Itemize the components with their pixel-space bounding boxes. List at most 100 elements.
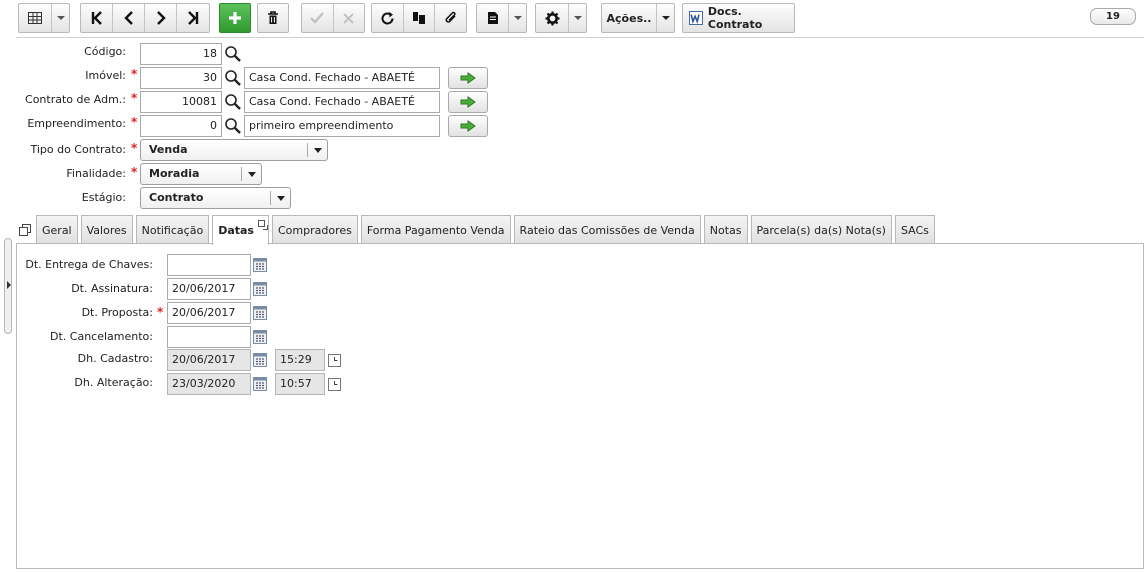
empreendimento-description-field[interactable]: primeiro empreendimento (244, 115, 440, 137)
search-icon[interactable] (224, 45, 242, 63)
tab-notificacao[interactable]: Notificação (135, 215, 210, 244)
entrega-chaves-field[interactable] (167, 254, 251, 276)
grid-icon (19, 4, 53, 32)
popout-icon[interactable] (257, 220, 268, 230)
codigo-field[interactable]: 18 (140, 43, 222, 65)
confirm-icon (310, 12, 325, 24)
search-icon[interactable] (224, 69, 242, 87)
tipo-contrato-value: Venda (149, 143, 188, 156)
imovel-code-field[interactable]: 30 (140, 67, 222, 89)
attach-button[interactable] (435, 4, 466, 32)
estagio-select[interactable]: Contrato (140, 187, 291, 209)
empreendimento-code-field[interactable]: 0 (140, 115, 222, 137)
estagio-label: Estágio: (81, 191, 126, 204)
last-record-button[interactable] (177, 4, 209, 32)
calendar-icon[interactable] (253, 330, 267, 344)
required-mark: * (131, 91, 138, 105)
tab-notas[interactable]: Notas (703, 215, 748, 244)
expand-arrow-icon[interactable] (7, 281, 11, 289)
chevron-down-icon[interactable] (569, 4, 586, 32)
arrow-right-icon (460, 96, 476, 108)
cadastro-label: Dh. Cadastro: (77, 352, 153, 365)
tab-label: Datas (218, 224, 254, 237)
required-mark: * (131, 165, 138, 179)
refresh-icon (381, 11, 394, 24)
add-button[interactable] (219, 3, 251, 33)
acoes-menu-button[interactable]: Ações.. (601, 3, 675, 33)
chevron-down-icon[interactable] (657, 4, 674, 32)
empreendimento-label: Empreendimento: (27, 117, 126, 130)
cancelamento-field[interactable] (167, 326, 251, 348)
calendar-icon[interactable] (253, 258, 267, 272)
first-record-button[interactable] (81, 4, 113, 32)
tab-datas[interactable]: Datas (212, 215, 269, 245)
contrato-adm-description-field[interactable]: Casa Cond. Fechado - ABAETÉ (244, 91, 440, 113)
tipo-contrato-label: Tipo do Contrato: (30, 143, 126, 156)
next-record-button[interactable] (145, 4, 177, 32)
calendar-icon[interactable] (253, 282, 267, 296)
entrega-chaves-label: Dt. Entrega de Chaves: (25, 258, 153, 271)
required-mark: * (131, 141, 138, 155)
proposta-field[interactable]: 20/06/2017 (167, 302, 251, 324)
tab-label: Parcela(s) da(s) Nota(s) (756, 224, 886, 237)
confirm-cancel-group (301, 3, 365, 33)
grid-menu-button[interactable] (18, 3, 70, 33)
finalidade-select[interactable]: Moradia (140, 163, 262, 185)
cadastro-date-field: 20/06/2017 (167, 349, 251, 371)
chevron-down-icon (270, 191, 290, 205)
contrato-adm-code-field[interactable]: 10081 (140, 91, 222, 113)
last-icon (188, 11, 199, 25)
tab-parcelas-notas[interactable]: Parcela(s) da(s) Nota(s) (750, 215, 892, 244)
attach-icon (445, 11, 456, 23)
copy-button[interactable] (404, 4, 436, 32)
toolbar-divider (16, 37, 1144, 38)
required-mark: * (131, 67, 138, 81)
tab-compradores[interactable]: Compradores (271, 215, 358, 244)
arrow-right-icon (460, 72, 476, 84)
required-mark: * (131, 115, 138, 129)
assinatura-field[interactable]: 20/06/2017 (167, 278, 251, 300)
report-menu-button[interactable] (476, 3, 527, 33)
search-icon[interactable] (224, 93, 242, 111)
report-icon (477, 4, 509, 32)
calendar-icon[interactable] (253, 306, 267, 320)
tab-geral[interactable]: Geral (36, 215, 78, 244)
contrato-adm-open-button[interactable] (448, 91, 488, 113)
chevron-down-icon[interactable] (509, 4, 526, 32)
tab-valores[interactable]: Valores (80, 215, 133, 244)
chevron-down-icon (241, 167, 261, 181)
maximize-icon[interactable] (19, 224, 31, 236)
finalidade-value: Moradia (149, 167, 200, 180)
tab-label: SACs (900, 224, 929, 237)
tab-forma-pagamento-venda[interactable]: Forma Pagamento Venda (360, 215, 511, 244)
proposta-label: Dt. Proposta: (81, 306, 153, 319)
settings-menu-button[interactable] (535, 3, 587, 33)
imovel-description-field[interactable]: Casa Cond. Fechado - ABAETÉ (244, 67, 440, 89)
alteracao-date-field: 23/03/2020 (167, 373, 251, 395)
imovel-open-button[interactable] (448, 67, 488, 89)
docs-contrato-label: Docs. Contrato (707, 5, 763, 31)
tab-rateio-comissoes[interactable]: Rateio das Comissões de Venda (513, 215, 701, 244)
acoes-label: Ações.. (606, 11, 652, 25)
tab-label: Geral (42, 224, 72, 237)
refresh-button[interactable] (372, 4, 404, 32)
tab-sacs[interactable]: SACs (894, 215, 935, 244)
search-icon[interactable] (224, 117, 242, 135)
cancel-button[interactable] (334, 4, 365, 32)
first-icon (91, 11, 102, 25)
navigation-group (80, 3, 210, 33)
confirm-button[interactable] (302, 4, 334, 32)
tab-label: Notas (709, 224, 742, 237)
prev-record-button[interactable] (113, 4, 145, 32)
record-count-badge: 19 (1090, 8, 1136, 25)
delete-button[interactable] (257, 3, 289, 33)
tab-label: Forma Pagamento Venda (366, 224, 505, 237)
delete-icon (268, 11, 278, 24)
chevron-down-icon[interactable] (52, 4, 69, 32)
empreendimento-open-button[interactable] (448, 115, 488, 137)
add-icon (229, 12, 241, 24)
chevron-down-icon (307, 143, 327, 157)
tipo-contrato-select[interactable]: Venda (140, 139, 328, 161)
calendar-icon (253, 377, 267, 391)
docs-contrato-button[interactable]: Docs. Contrato (682, 3, 795, 33)
